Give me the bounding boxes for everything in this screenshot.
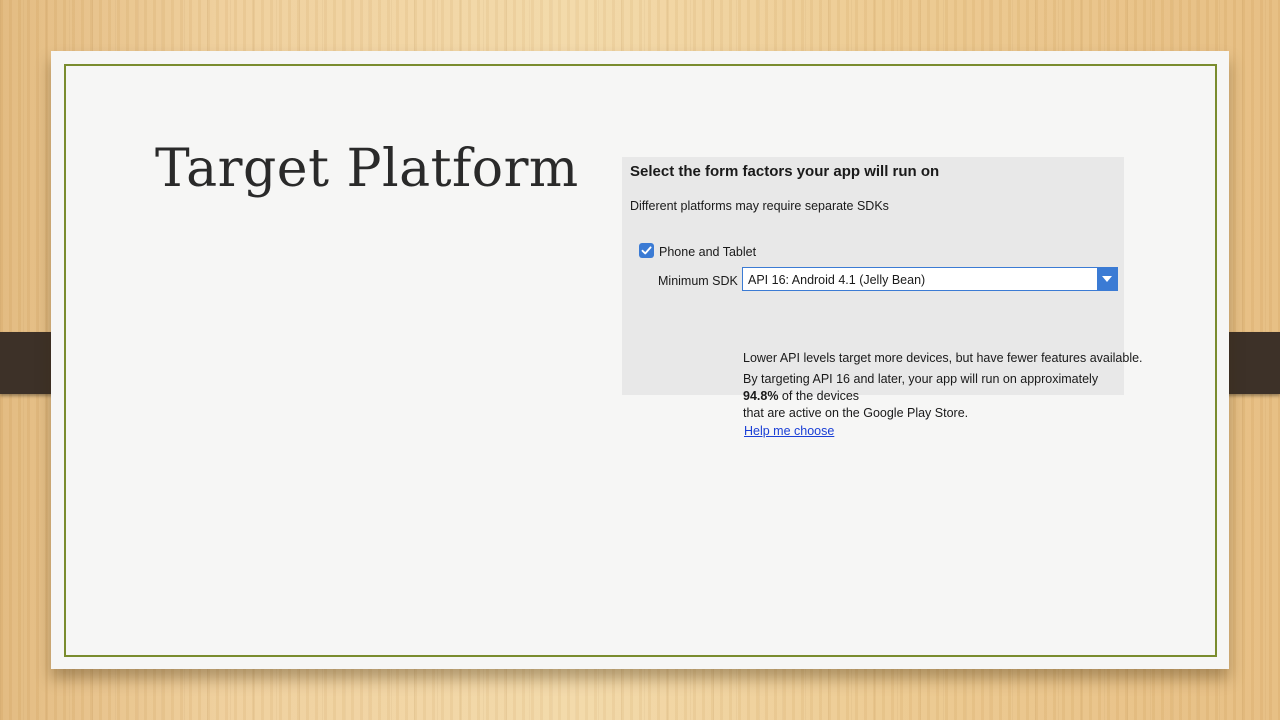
phone-tablet-label[interactable]: Phone and Tablet [659, 245, 756, 259]
panel-subheading: Different platforms may require separate… [630, 199, 889, 213]
slide-title: Target Platform [155, 139, 579, 199]
panel-heading: Select the form factors your app will ru… [630, 163, 940, 180]
minimum-sdk-select[interactable]: API 16: Android 4.1 (Jelly Bean) [742, 267, 1118, 291]
slide-paper: Target Platform Select the form factors … [51, 51, 1229, 669]
coverage-text-line2: 94.8% of the devices [743, 389, 859, 403]
dropdown-button[interactable] [1097, 268, 1117, 290]
coverage-suffix: of the devices [778, 389, 860, 403]
coverage-percent: 94.8% [743, 389, 779, 403]
coverage-text-line3: that are active on the Google Play Store… [743, 406, 969, 420]
chevron-down-icon [1102, 276, 1112, 282]
minimum-sdk-value: API 16: Android 4.1 (Jelly Bean) [748, 273, 926, 287]
api-info-text: Lower API levels target more devices, bu… [743, 351, 1143, 365]
coverage-text-line1: By targeting API 16 and later, your app … [743, 372, 1099, 386]
phone-tablet-checkbox[interactable] [639, 243, 654, 258]
form-factor-panel: Select the form factors your app will ru… [622, 157, 1143, 438]
check-icon [641, 246, 652, 255]
minimum-sdk-label: Minimum SDK [658, 274, 738, 288]
help-me-choose-link[interactable]: Help me choose [744, 424, 834, 438]
